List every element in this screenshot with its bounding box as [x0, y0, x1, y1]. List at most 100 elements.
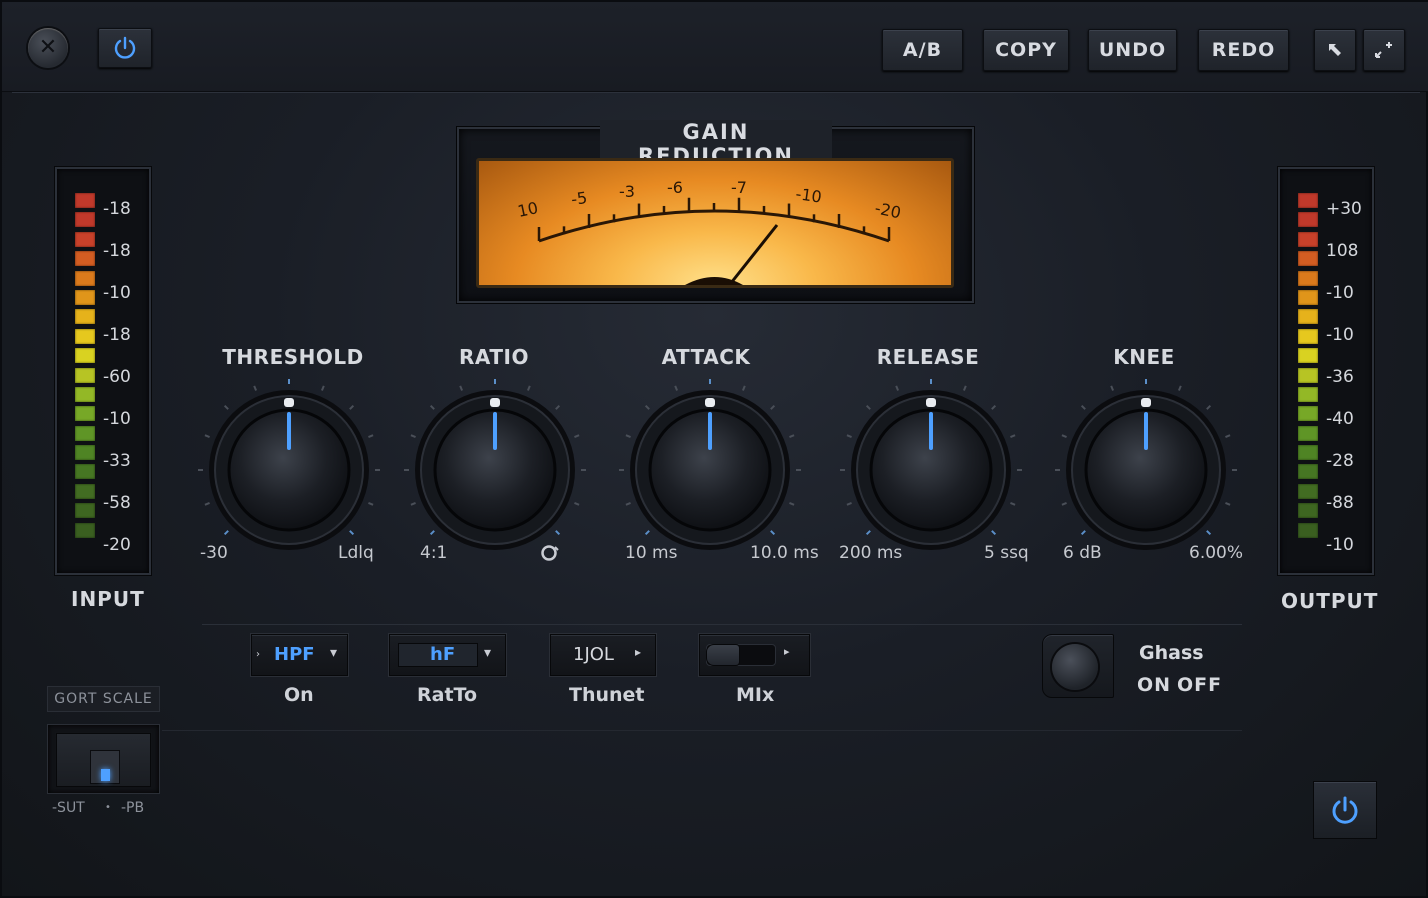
meter-led — [1298, 289, 1318, 305]
ratio-knob[interactable] — [395, 370, 595, 570]
knee-knob[interactable] — [1046, 370, 1246, 570]
meter-led — [1298, 445, 1318, 461]
plugin-window: ✕ A/B COPY UNDO REDO -18 -18 -10 -18 -60… — [0, 0, 1428, 898]
knob-graphic — [619, 379, 801, 550]
meter-led — [75, 289, 95, 305]
output-scale-label: 108 — [1326, 241, 1359, 261]
input-meter-title: INPUT — [71, 587, 145, 611]
meter-led — [1298, 193, 1318, 208]
meter-led — [75, 464, 95, 480]
expand-button[interactable] — [1363, 29, 1405, 71]
input-scale-label: -10 — [103, 409, 131, 429]
release-knob[interactable] — [831, 370, 1031, 570]
meter-led — [75, 503, 95, 519]
threshold-max-label: Ldlq — [338, 543, 374, 563]
ratio-type-dropdown[interactable]: hF ▾ — [389, 634, 506, 676]
meter-led — [75, 251, 95, 267]
meter-led — [75, 367, 95, 383]
input-scale-label: -60 — [103, 367, 131, 387]
sort-dot: • — [105, 802, 111, 813]
meter-led — [75, 309, 95, 325]
filter-dropdown[interactable]: › HPF ▾ — [251, 634, 348, 676]
vu-scale-label: -3 — [619, 182, 635, 201]
sort-left-label: -SUT — [52, 800, 85, 816]
input-led-column — [75, 193, 95, 542]
release-min-label: 200 ms — [839, 543, 903, 563]
release-max-label: 5 ssq — [984, 543, 1029, 563]
sort-scale-switch-box — [47, 724, 160, 794]
thunet-dropdown[interactable]: 1JOL ▸ — [550, 634, 656, 676]
mix-slider[interactable]: ▸ — [699, 634, 810, 676]
meter-led — [75, 445, 95, 461]
input-scale-label: -18 — [103, 199, 131, 219]
sort-right-label: -PB — [121, 800, 145, 816]
sort-scale-switch[interactable] — [90, 750, 120, 784]
power-icon — [1332, 796, 1358, 824]
input-meter: -18 -18 -10 -18 -60 -10 -33 -58 -20 — [55, 167, 151, 575]
meter-led — [1298, 406, 1318, 422]
bottom-divider — [162, 730, 1242, 731]
attack-label: ATTACK — [661, 345, 751, 369]
redo-button[interactable]: REDO — [1198, 29, 1289, 71]
output-meter: +30 108 -10 -10 -36 -40 -28 -88 -10 — [1278, 167, 1374, 575]
ghass-on-label[interactable]: ON — [1137, 674, 1171, 696]
knee-label: KNEE — [1113, 345, 1175, 369]
output-scale-label: -10 — [1326, 325, 1354, 345]
output-meter-scale: +30 108 -10 -10 -36 -40 -28 -88 -10 — [1326, 199, 1372, 577]
output-meter-title: OUTPUT — [1281, 589, 1379, 613]
caret-right-icon: ▸ — [784, 645, 790, 658]
ghass-off-label[interactable]: OFF — [1177, 674, 1222, 696]
thunet-value: 1JOL — [573, 644, 614, 665]
input-scale-label: -18 — [103, 325, 131, 345]
knob-graphic — [198, 379, 380, 550]
meter-led — [1298, 328, 1318, 344]
meter-led — [75, 425, 95, 441]
output-scale-label: +30 — [1326, 199, 1362, 219]
section-divider — [202, 624, 1242, 625]
input-scale-label: -10 — [103, 283, 131, 303]
meter-led — [75, 231, 95, 247]
power-button[interactable] — [1313, 781, 1377, 839]
knee-min-label: 6 dB — [1063, 543, 1102, 563]
close-icon: ✕ — [38, 35, 58, 60]
vu-scale-label: -5 — [570, 188, 588, 209]
top-bar: ✕ A/B COPY UNDO REDO — [2, 2, 1428, 93]
copy-button[interactable]: COPY — [983, 29, 1069, 71]
vu-scale-label: -10 — [794, 184, 823, 206]
vu-scale-svg: 10 -5 -3 -6 -7 -10 -20 — [516, 178, 903, 285]
output-scale-label: -88 — [1326, 493, 1354, 513]
meter-led — [75, 348, 95, 364]
meter-led — [1298, 425, 1318, 441]
attack-knob[interactable] — [610, 370, 810, 570]
caret-right-icon: ▸ — [635, 645, 642, 659]
vu-scale-label: -20 — [873, 198, 903, 222]
sort-scale-title: GORT SCALE — [47, 686, 160, 712]
thunet-label: Thunet — [569, 684, 645, 706]
meter-led — [1298, 212, 1318, 228]
meter-led — [75, 386, 95, 402]
output-scale-label: -10 — [1326, 283, 1354, 303]
output-scale-label: -28 — [1326, 451, 1354, 471]
ghass-toggle-button[interactable] — [1042, 634, 1114, 698]
threshold-knob[interactable] — [189, 370, 389, 570]
vu-scale-label: 10 — [516, 198, 540, 221]
meter-led — [75, 328, 95, 344]
ab-button[interactable]: A/B — [882, 29, 963, 71]
meter-led — [1298, 483, 1318, 499]
undo-button[interactable]: UNDO — [1088, 29, 1177, 71]
mix-slider-handle[interactable] — [706, 644, 740, 666]
ratio-link-icon[interactable] — [539, 542, 561, 564]
meter-led — [1298, 251, 1318, 267]
knob-graphic — [404, 379, 586, 550]
meter-led — [1298, 270, 1318, 286]
meter-led — [75, 406, 95, 422]
meter-led — [1298, 348, 1318, 364]
close-button[interactable]: ✕ — [28, 28, 68, 68]
chevron-down-icon: ▾ — [330, 645, 338, 661]
ghass-title: Ghass — [1139, 642, 1204, 664]
pin-button[interactable] — [1314, 29, 1356, 71]
vu-face: 10 -5 -3 -6 -7 -10 -20 — [476, 158, 954, 288]
output-scale-label: -36 — [1326, 367, 1354, 387]
bypass-power-button[interactable] — [98, 28, 152, 68]
meter-led — [1298, 231, 1318, 247]
